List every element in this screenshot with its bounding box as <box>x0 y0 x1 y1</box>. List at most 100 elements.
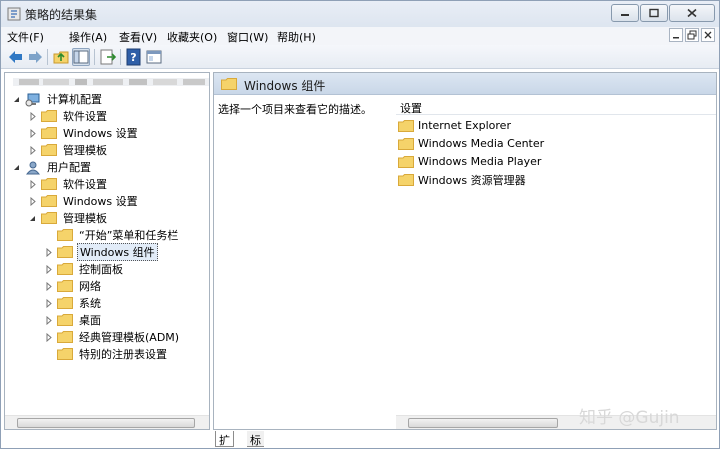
tree-node-desktop[interactable]: 桌面 <box>44 311 103 328</box>
tree-node-computer-config[interactable]: 计算机配置 <box>12 90 104 107</box>
tree-label: 计算机配置 <box>47 92 102 106</box>
collapse-arrow-icon[interactable] <box>28 213 37 222</box>
tree-node-system[interactable]: 系统 <box>44 294 103 311</box>
expand-arrow-icon[interactable] <box>44 332 53 343</box>
tree-label: 管理模板 <box>63 143 107 157</box>
redacted-root-node <box>13 76 209 88</box>
mdi-restore-button[interactable] <box>685 28 699 42</box>
tree-node-classic-adm[interactable]: 经典管理模板(ADM) <box>44 328 181 345</box>
folder-icon <box>57 228 73 241</box>
tree-node-software-settings-1[interactable]: 软件设置 <box>28 107 109 124</box>
help-icon[interactable]: ? <box>125 48 143 66</box>
tree-label-selected: Windows 组件 <box>77 242 158 261</box>
description-text: 选择一个项目来查看它的描述。 <box>218 103 372 116</box>
tree-label: 用户配置 <box>47 160 91 174</box>
tree-node-special-registry[interactable]: 特别的注册表设置 <box>57 345 169 362</box>
expand-arrow-icon[interactable] <box>44 281 53 292</box>
folder-icon <box>57 313 73 326</box>
tree-label: Windows 设置 <box>63 194 138 208</box>
menu-action[interactable]: 操作(A) <box>69 29 107 45</box>
menu-view[interactable]: 查看(V) <box>119 29 157 45</box>
export-icon[interactable] <box>99 48 117 66</box>
tree-node-admin-templates-2[interactable]: 管理模板 <box>28 209 109 226</box>
expand-arrow-icon[interactable] <box>44 247 53 258</box>
expand-arrow-icon[interactable] <box>44 298 53 309</box>
tree-label: “开始”菜单和任务栏 <box>79 228 179 242</box>
tree-node-admin-templates-1[interactable]: 管理模板 <box>28 141 109 158</box>
folder-icon <box>221 78 237 90</box>
up-folder-icon[interactable] <box>52 48 70 66</box>
expand-arrow-icon[interactable] <box>28 111 37 122</box>
back-arrow-icon[interactable] <box>7 48 25 66</box>
folder-icon <box>57 296 73 309</box>
details-title: Windows 组件 <box>244 79 326 93</box>
toolbar: ? <box>1 45 719 69</box>
folder-icon <box>57 279 73 292</box>
collapse-arrow-icon[interactable] <box>12 94 21 103</box>
list-item-windows-explorer[interactable]: Windows 资源管理器 <box>396 171 526 188</box>
folder-icon <box>57 262 73 275</box>
tree-label: 管理模板 <box>63 211 107 225</box>
column-header-label: 设置 <box>400 102 422 115</box>
expand-arrow-icon[interactable] <box>44 315 53 326</box>
details-pane: Windows 组件 选择一个项目来查看它的描述。 设置 Internet Ex… <box>213 72 717 430</box>
tree-node-control-panel[interactable]: 控制面板 <box>44 260 125 277</box>
details-scroll-thumb[interactable] <box>408 418 558 428</box>
minimize-button[interactable] <box>611 4 639 22</box>
application-window: 策略的结果集 文件(F) 操作(A) 查看(V) 收藏夹(O) 窗口(W) 帮助… <box>0 0 720 449</box>
mdi-close-button[interactable] <box>701 28 715 42</box>
list-item-windows-media-center[interactable]: Windows Media Center <box>396 135 544 152</box>
details-header: Windows 组件 <box>214 73 716 95</box>
tree-node-start-menu[interactable]: “开始”菜单和任务栏 <box>57 226 180 243</box>
column-header-settings[interactable]: 设置 <box>396 97 716 115</box>
tree-label: Windows 设置 <box>63 126 138 140</box>
mdi-minimize-button[interactable] <box>669 28 683 42</box>
expand-arrow-icon[interactable] <box>28 179 37 190</box>
menu-file[interactable]: 文件(F) <box>7 29 44 45</box>
tab-standard[interactable]: 标准 <box>247 431 264 447</box>
expand-arrow-icon[interactable] <box>28 128 37 139</box>
list-item-label: Windows 资源管理器 <box>418 173 526 187</box>
watermark-text: 知乎 @Gujin <box>579 408 680 428</box>
tree-horizontal-scrollbar[interactable] <box>5 415 209 429</box>
folder-icon <box>41 109 57 122</box>
menu-favorites[interactable]: 收藏夹(O) <box>167 29 217 45</box>
folder-icon <box>41 126 57 139</box>
list-item-label: Windows Media Center <box>418 137 545 150</box>
maximize-button[interactable] <box>640 4 668 22</box>
properties-icon[interactable] <box>145 48 163 66</box>
tab-extended[interactable]: 扩展 <box>215 431 234 447</box>
tree-node-windows-components[interactable]: Windows 组件 <box>44 242 158 261</box>
tree-label: 经典管理模板(ADM) <box>79 330 180 344</box>
tree-label: 软件设置 <box>63 177 107 191</box>
tree-node-network[interactable]: 网络 <box>44 277 103 294</box>
collapse-arrow-icon[interactable] <box>12 162 21 171</box>
menu-window[interactable]: 窗口(W) <box>227 29 268 45</box>
folder-icon <box>41 194 57 207</box>
folder-icon <box>57 330 73 343</box>
expand-arrow-icon[interactable] <box>28 196 37 207</box>
folder-icon <box>41 143 57 156</box>
menu-help[interactable]: 帮助(H) <box>277 29 316 45</box>
tree-node-user-config[interactable]: 用户配置 <box>12 158 93 175</box>
tree-node-windows-settings-2[interactable]: Windows 设置 <box>28 192 140 209</box>
close-button[interactable] <box>669 4 715 22</box>
folder-icon <box>398 173 414 186</box>
window-title: 策略的结果集 <box>25 8 98 22</box>
forward-arrow-icon[interactable] <box>26 48 44 66</box>
expand-arrow-icon[interactable] <box>44 264 53 275</box>
tree-label: 特别的注册表设置 <box>79 347 167 361</box>
folder-icon <box>398 119 414 132</box>
list-item-windows-media-player[interactable]: Windows Media Player <box>396 153 541 170</box>
svg-text:?: ? <box>130 51 136 64</box>
tree-node-windows-settings-1[interactable]: Windows 设置 <box>28 124 140 141</box>
list-item-internet-explorer[interactable]: Internet Explorer <box>396 117 511 134</box>
user-icon <box>25 161 41 174</box>
menu-bar: 文件(F) 操作(A) 查看(V) 收藏夹(O) 窗口(W) 帮助(H) <box>1 27 719 45</box>
expand-arrow-icon[interactable] <box>28 145 37 156</box>
tree-node-software-settings-2[interactable]: 软件设置 <box>28 175 109 192</box>
tree-scroll-thumb[interactable] <box>17 418 195 428</box>
folder-icon <box>41 211 57 224</box>
show-tree-icon[interactable] <box>72 48 90 66</box>
tree-label: 桌面 <box>79 313 101 327</box>
